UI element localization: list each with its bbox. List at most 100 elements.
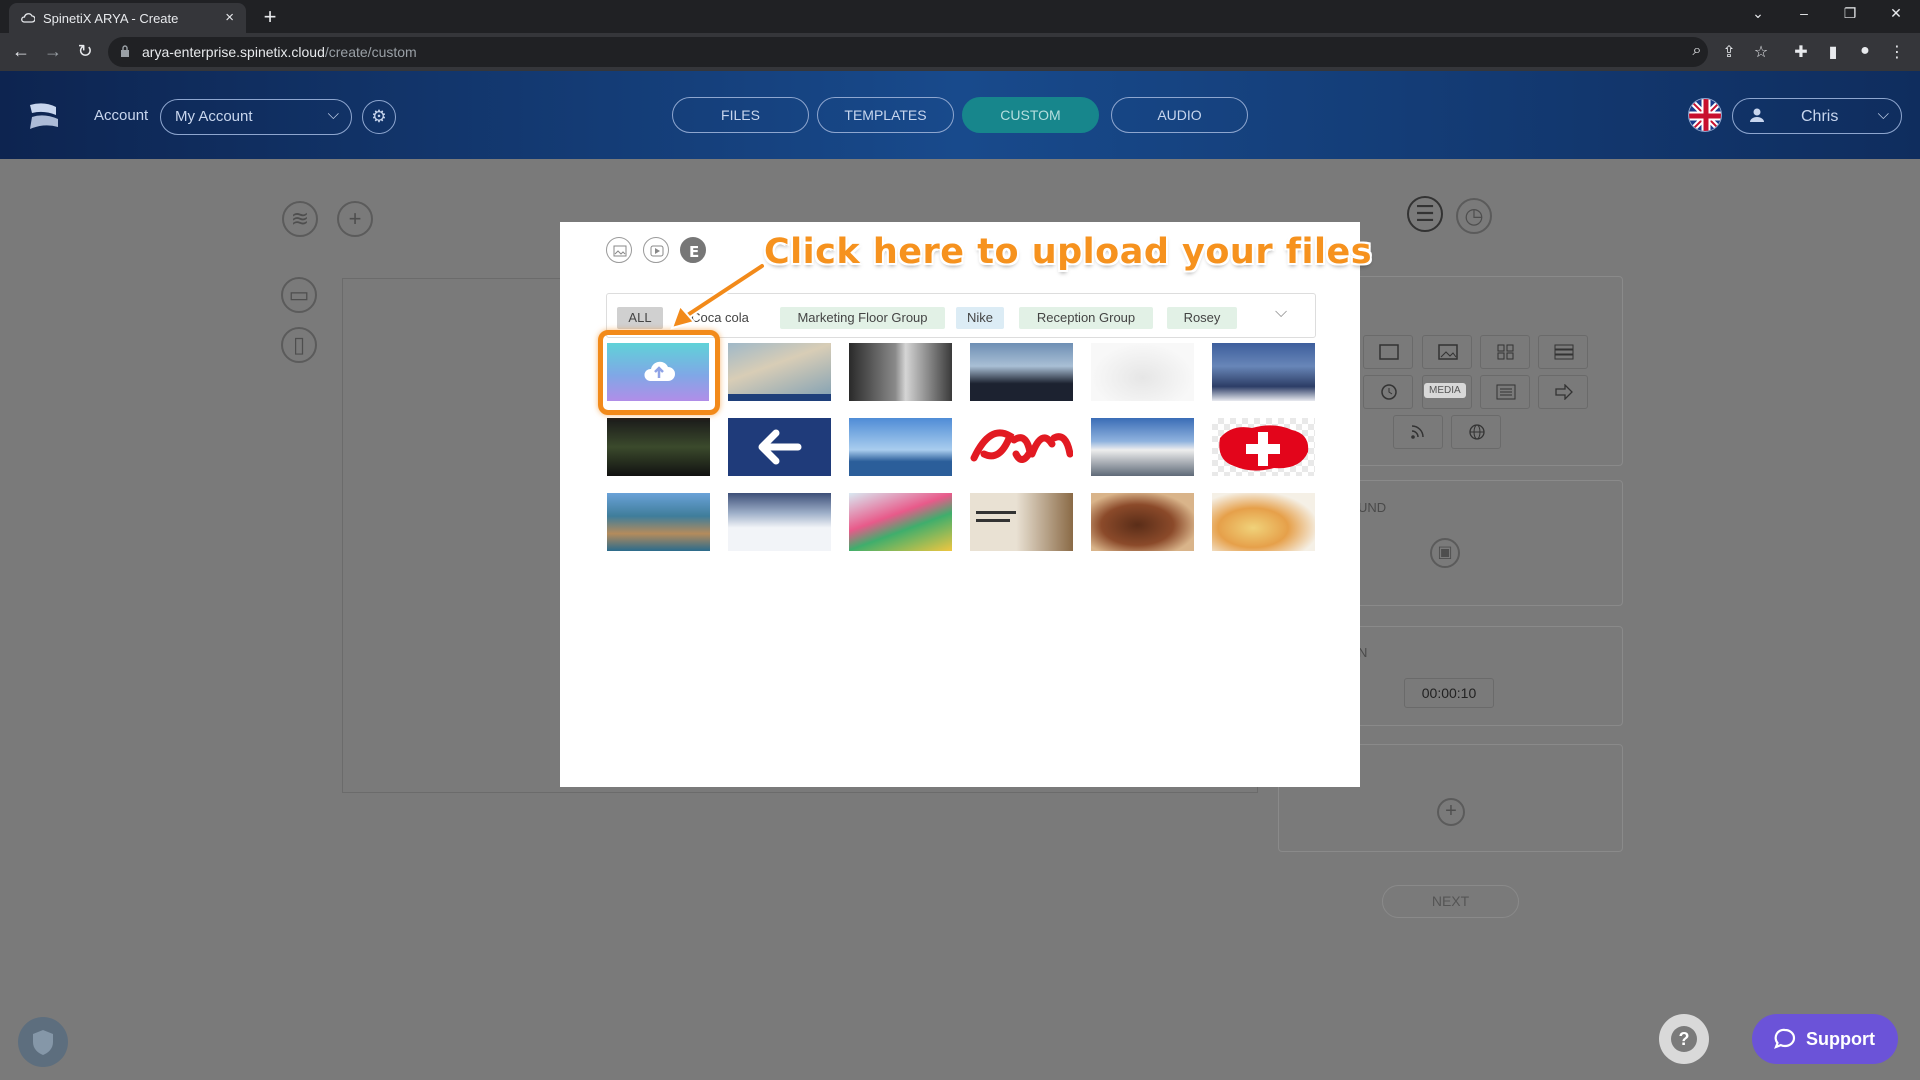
url-text: arya-enterprise.spinetix.cloud/create/cu… bbox=[142, 44, 417, 60]
tutorial-annotation: Click here to upload your files bbox=[764, 232, 1373, 272]
media-picker-modal: E × ALL Coca cola Marketing Floor Group … bbox=[560, 222, 1372, 787]
widget-web[interactable] bbox=[1451, 415, 1501, 449]
help-button[interactable]: ? bbox=[1659, 1014, 1709, 1064]
widget-rectangle[interactable] bbox=[1363, 335, 1413, 369]
video-filter-icon[interactable] bbox=[643, 237, 669, 263]
share-icon[interactable]: ⇪ bbox=[1718, 42, 1740, 62]
widget-clock[interactable] bbox=[1363, 375, 1413, 409]
nav-custom[interactable]: CUSTOM bbox=[962, 97, 1099, 133]
properties-sliders-icon[interactable]: ☰ bbox=[1407, 196, 1443, 232]
arrow-left-icon bbox=[758, 429, 802, 465]
help-question-icon: ? bbox=[1671, 1026, 1697, 1052]
profile-icon[interactable]: ● bbox=[1854, 42, 1876, 60]
nav-files[interactable]: FILES bbox=[672, 97, 809, 133]
account-label: Account bbox=[94, 107, 149, 124]
text-lines-icon bbox=[1496, 384, 1516, 400]
thumb-grilled-meat[interactable] bbox=[1091, 493, 1194, 551]
thumb-university-selection[interactable] bbox=[970, 493, 1073, 551]
list-icon bbox=[1554, 344, 1574, 360]
back-icon[interactable]: ← bbox=[10, 41, 32, 62]
rectangle-icon bbox=[1379, 344, 1399, 360]
widget-rss[interactable] bbox=[1393, 415, 1443, 449]
annotation-arrow-icon bbox=[670, 262, 766, 330]
next-button[interactable]: NEXT bbox=[1382, 885, 1519, 918]
thumb-dark-video[interactable] bbox=[607, 418, 710, 476]
background-media-icon[interactable]: ▣ bbox=[1430, 538, 1460, 568]
svg-text:E: E bbox=[689, 243, 699, 261]
chevron-down-icon[interactable]: ⌵ bbox=[1275, 304, 1287, 322]
language-flag-uk-icon[interactable] bbox=[1688, 98, 1722, 132]
support-button[interactable]: Support bbox=[1752, 1014, 1898, 1064]
add-icon[interactable]: + bbox=[337, 201, 373, 237]
widget-grid[interactable] bbox=[1480, 335, 1530, 369]
account-select[interactable]: My Account ⌵ bbox=[160, 99, 352, 135]
thumb-skier[interactable] bbox=[728, 493, 831, 551]
widget-text[interactable] bbox=[1480, 375, 1530, 409]
widget-arrow[interactable] bbox=[1538, 375, 1588, 409]
portrait-orientation-icon[interactable]: ▯ bbox=[281, 327, 317, 363]
browser-tab[interactable]: SpinetiX ARYA - Create × bbox=[9, 3, 246, 33]
timing-clock-icon[interactable]: ◷ bbox=[1456, 198, 1492, 234]
filter-chip-reception-group[interactable]: Reception Group bbox=[1019, 307, 1153, 329]
chevron-down-icon: ⌵ bbox=[327, 106, 339, 123]
gear-icon: ⚙ bbox=[371, 107, 387, 126]
account-settings-button[interactable]: ⚙ bbox=[362, 100, 396, 134]
minimize-icon[interactable]: – bbox=[1784, 5, 1824, 21]
thumb-food-platter[interactable] bbox=[1212, 493, 1315, 551]
thumb-city-aerial[interactable] bbox=[607, 493, 710, 551]
background-label: UND bbox=[1358, 500, 1387, 515]
thumb-snowy-village[interactable] bbox=[1212, 343, 1315, 401]
image-filter-icon[interactable] bbox=[606, 237, 632, 263]
media-tag: MEDIA bbox=[1424, 383, 1466, 398]
layers-icon[interactable]: ≋ bbox=[282, 201, 318, 237]
grid-icon bbox=[1497, 344, 1514, 360]
forward-icon[interactable]: → bbox=[42, 41, 64, 62]
reload-icon[interactable]: ↻ bbox=[74, 41, 96, 62]
thumb-back-arrow[interactable] bbox=[728, 418, 831, 476]
thumb-money-notes[interactable] bbox=[728, 343, 831, 401]
nav-audio[interactable]: AUDIO bbox=[1111, 97, 1248, 133]
duration-input[interactable]: 00:00:10 bbox=[1404, 678, 1494, 708]
url-field[interactable]: arya-enterprise.spinetix.cloud/create/cu… bbox=[108, 37, 1708, 67]
thumb-christmas-train[interactable] bbox=[849, 493, 952, 551]
restore-icon[interactable]: ❐ bbox=[1830, 5, 1870, 22]
app-header: Account My Account ⌵ ⚙ FILES TEMPLATES C… bbox=[0, 71, 1920, 159]
landscape-orientation-icon[interactable]: ▭ bbox=[281, 277, 317, 313]
thumb-coca-cola-logo[interactable] bbox=[970, 418, 1073, 476]
support-label: Support bbox=[1806, 1029, 1875, 1049]
new-tab-icon[interactable]: + bbox=[258, 4, 282, 30]
add-circle-icon[interactable]: + bbox=[1437, 798, 1465, 826]
extensions-icon[interactable]: ✚ bbox=[1790, 42, 1812, 62]
thumb-graduation-caps[interactable] bbox=[970, 343, 1073, 401]
filter-chip-nike[interactable]: Nike bbox=[956, 307, 1004, 329]
shield-icon bbox=[33, 1030, 53, 1055]
filter-chip-marketing-floor-group[interactable]: Marketing Floor Group bbox=[780, 307, 945, 329]
menu-kebab-icon[interactable]: ⋮ bbox=[1886, 42, 1908, 62]
enterprise-filter-icon[interactable]: E bbox=[680, 237, 706, 263]
widget-list[interactable] bbox=[1538, 335, 1588, 369]
privacy-shield-button[interactable] bbox=[18, 1017, 68, 1067]
thumb-mountain-peak[interactable] bbox=[1091, 418, 1194, 476]
tab-search-icon[interactable]: ⌄ bbox=[1738, 5, 1778, 22]
user-menu[interactable]: Chris ⌵ bbox=[1732, 98, 1902, 134]
nav-templates[interactable]: TEMPLATES bbox=[817, 97, 954, 133]
bookmark-star-icon[interactable]: ☆ bbox=[1750, 42, 1772, 62]
filter-chip-rosey[interactable]: Rosey bbox=[1167, 307, 1237, 329]
widget-image[interactable] bbox=[1422, 335, 1472, 369]
browser-tab-bar: SpinetiX ARYA - Create × + ⌄ – ❐ ✕ bbox=[0, 0, 1920, 33]
zoom-icon[interactable]: ⌕ bbox=[1686, 42, 1708, 60]
coca-cola-logo-icon bbox=[970, 429, 1073, 463]
thumb-white-sneakers[interactable] bbox=[1091, 343, 1194, 401]
cloud-favicon-icon bbox=[21, 13, 35, 23]
user-name: Chris bbox=[1801, 108, 1839, 125]
close-tab-icon[interactable]: × bbox=[225, 9, 234, 26]
image-icon bbox=[1438, 344, 1458, 360]
close-window-icon[interactable]: ✕ bbox=[1876, 5, 1916, 22]
chevron-down-icon: ⌵ bbox=[1877, 106, 1889, 123]
university-text-icon bbox=[976, 511, 1016, 522]
thumb-swiss-flag[interactable] bbox=[1212, 418, 1315, 476]
thumb-astronaut[interactable] bbox=[849, 343, 952, 401]
thumb-lake-fountain[interactable] bbox=[849, 418, 952, 476]
sidepanel-icon[interactable]: ▮ bbox=[1822, 42, 1844, 62]
clock-icon bbox=[1381, 384, 1397, 400]
